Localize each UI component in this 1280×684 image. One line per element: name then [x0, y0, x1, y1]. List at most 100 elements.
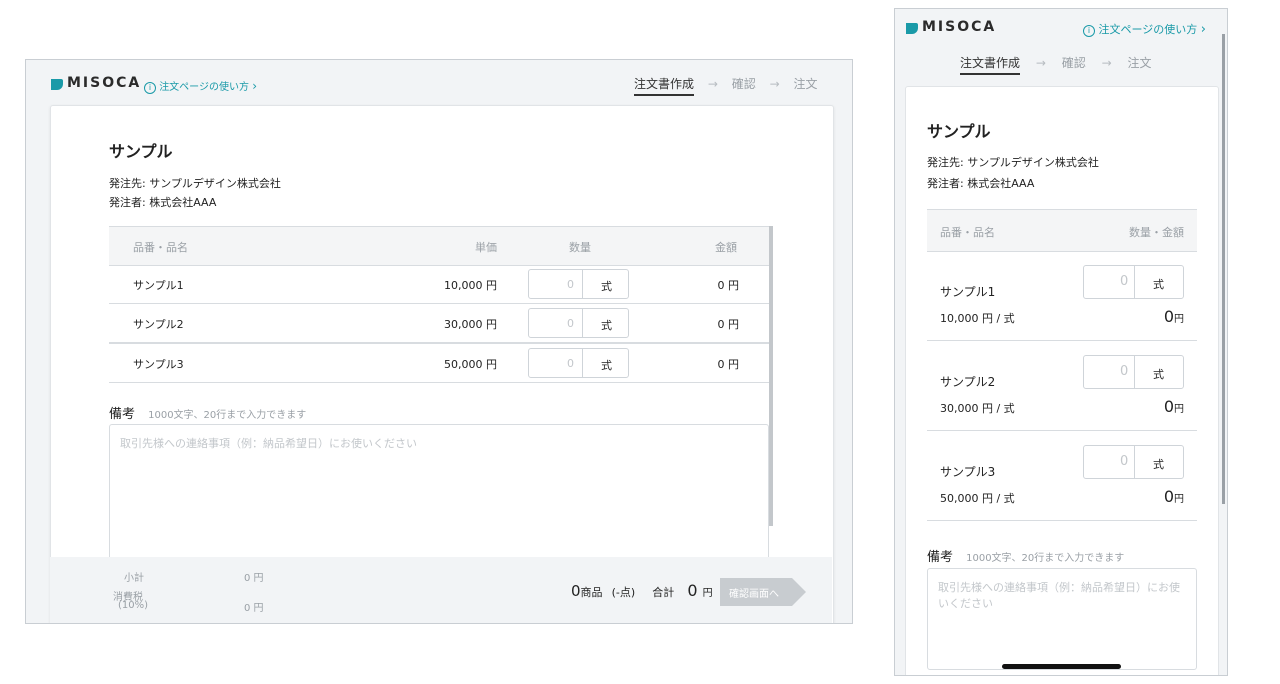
step-indicator: 注文書作成 → 確認 → 注文 — [960, 54, 1151, 75]
unit-label: 式 — [601, 359, 612, 372]
help-link-label: 注文ページの使い方 — [1098, 23, 1198, 36]
item-name: サンプル1 — [940, 285, 996, 299]
unit-label: 式 — [1153, 278, 1164, 291]
col-unit-price: 単価 — [475, 241, 497, 254]
table-row: サンプル3 50,000 円 0 式 0 円 — [109, 343, 769, 383]
arrow-right-icon: → — [769, 77, 780, 91]
supplier-line: 発注先: サンプルデザイン株式会社 — [927, 156, 1099, 169]
order-form-card: サンプル 発注先: サンプルデザイン株式会社 発注者: 株式会社AAA 品番・品… — [50, 105, 834, 623]
unit-label: 式 — [1153, 458, 1164, 471]
quantity-stepper[interactable]: 0 式 — [1083, 445, 1184, 479]
unit-price: 10,000 円 / 式 — [940, 312, 1015, 325]
quantity-input[interactable]: 0 — [567, 357, 574, 370]
unit-price: 30,000 円 — [444, 318, 497, 331]
step-confirm: 確認 — [731, 77, 756, 91]
col-amount: 金額 — [715, 241, 737, 254]
arrow-right-icon: → — [1101, 56, 1112, 70]
quantity-input[interactable]: 0 — [567, 278, 574, 291]
row-amount: 0円 — [1163, 487, 1184, 506]
quantity-stepper[interactable]: 0 式 — [1083, 355, 1184, 389]
tax-value: 0 円 — [244, 603, 264, 614]
total-label: 合計 — [652, 586, 675, 599]
step-create: 注文書作成 — [960, 56, 1021, 75]
orderer-line: 発注者: 株式会社AAA — [927, 177, 1035, 190]
tax-rate: (10%) — [118, 600, 149, 611]
remarks-placeholder: 取引先様への連絡事項（例：納品希望日）にお使いください — [120, 437, 417, 450]
mobile-window: MISOCA i 注文ページの使い方 › 注文書作成 → 確認 → 注文 サンプ… — [894, 8, 1228, 676]
quantity-input[interactable]: 0 — [1120, 454, 1128, 469]
help-link[interactable]: i 注文ページの使い方 › — [1083, 21, 1206, 37]
confirm-button[interactable]: 確認画面へ — [720, 578, 806, 606]
orderer-line: 発注者: 株式会社AAA — [109, 196, 217, 209]
chevron-right-icon: › — [1200, 22, 1206, 37]
logo-text: MISOCA — [922, 19, 997, 35]
quantity-input[interactable]: 0 — [567, 317, 574, 330]
remarks-hint: 1000文字、20行まで入力できます — [148, 410, 307, 421]
points: (-点) — [611, 586, 636, 599]
col-quantity: 数量 — [569, 241, 591, 254]
subtotal-value: 0 円 — [244, 573, 264, 584]
quantity-stepper[interactable]: 0 式 — [528, 308, 629, 338]
row-amount: 0 円 — [717, 279, 740, 292]
quantity-input[interactable]: 0 — [1120, 364, 1128, 379]
item-name: サンプル3 — [133, 358, 184, 371]
unit-label: 式 — [601, 280, 612, 293]
unit-price: 50,000 円 / 式 — [940, 492, 1015, 505]
item-name: サンプル2 — [133, 318, 184, 331]
item-name: サンプル3 — [940, 465, 996, 479]
order-form-card: サンプル 発注先: サンプルデザイン株式会社 発注者: 株式会社AAA 品番・品… — [905, 86, 1219, 675]
item-count: 0 — [571, 582, 581, 600]
col-item: 品番・品名 — [940, 226, 995, 239]
row-amount: 0 円 — [717, 318, 740, 331]
item-name: サンプル1 — [133, 279, 184, 292]
row-amount: 0円 — [1163, 397, 1184, 416]
remarks-textarea[interactable]: 取引先様への連絡事項（例：納品希望日）にお使いください — [109, 424, 769, 566]
summary-footer: 小計 0 円 消費税 (10%) 0 円 0商品 (-点) 合計 0 円 確認画… — [50, 557, 832, 623]
orderer-name: 株式会社AAA — [967, 177, 1035, 190]
quantity-stepper[interactable]: 0 式 — [1083, 265, 1184, 299]
info-icon: i — [1083, 25, 1095, 37]
step-order: 注文 — [793, 77, 818, 91]
table-header: 品番・品名 数量・金額 — [927, 209, 1197, 252]
info-icon: i — [144, 82, 156, 94]
col-qty-amount: 数量・金額 — [1129, 226, 1184, 239]
order-summary: 0商品 (-点) 合計 0 円 — [571, 581, 713, 600]
item-name: サンプル2 — [940, 375, 996, 389]
order-title: サンプル — [927, 122, 991, 141]
desktop-window: MISOCA i 注文ページの使い方 › 注文書作成 → 確認 → 注文 サンプ… — [25, 59, 853, 624]
unit-price: 10,000 円 — [444, 279, 497, 292]
help-link[interactable]: i 注文ページの使い方 › — [144, 78, 257, 94]
orderer-name: 株式会社AAA — [149, 196, 217, 209]
home-indicator[interactable] — [1002, 664, 1121, 669]
supplier-line: 発注先: サンプルデザイン株式会社 — [109, 177, 281, 190]
unit-label: 式 — [601, 319, 612, 332]
quantity-input[interactable]: 0 — [1120, 274, 1128, 289]
row-amount: 0 円 — [717, 358, 740, 371]
scrollbar[interactable] — [769, 226, 773, 526]
col-item: 品番・品名 — [133, 241, 188, 254]
logo-mark-icon — [51, 79, 63, 90]
supplier-name: サンプルデザイン株式会社 — [149, 177, 281, 190]
scrollbar[interactable] — [1222, 34, 1225, 504]
table-row: サンプル2 30,000 円 0 式 0 円 — [109, 304, 769, 343]
subtotal-label: 小計 — [124, 573, 144, 584]
step-confirm: 確認 — [1061, 56, 1086, 70]
quantity-stepper[interactable]: 0 式 — [528, 269, 629, 299]
remarks-textarea[interactable]: 取引先様への連絡事項（例：納品希望日）にお使 いください — [927, 568, 1197, 670]
remarks-label: 備考 — [927, 550, 954, 565]
table-row: サンプル1 10,000 円 0 式 0 円 — [109, 265, 769, 304]
row-amount: 0円 — [1163, 307, 1184, 326]
quantity-stepper[interactable]: 0 式 — [528, 348, 629, 378]
logo-text: MISOCA — [67, 75, 142, 91]
unit-label: 式 — [1153, 368, 1164, 381]
remarks-label-row: 備考 1000文字、20行まで入力できます — [927, 546, 1124, 565]
total-value: 0 — [687, 581, 698, 600]
table-header: 品番・品名 単価 数量 金額 — [109, 226, 769, 266]
help-link-label: 注文ページの使い方 — [159, 82, 249, 93]
unit-price: 30,000 円 / 式 — [940, 402, 1015, 415]
remarks-placeholder: 取引先様への連絡事項（例：納品希望日）にお使 — [938, 581, 1180, 594]
remarks-label-row: 備考 1000文字、20行まで入力できます — [109, 403, 306, 422]
arrow-right-icon: → — [707, 77, 718, 91]
logo-mark-icon — [906, 23, 918, 34]
step-create: 注文書作成 — [634, 77, 695, 96]
